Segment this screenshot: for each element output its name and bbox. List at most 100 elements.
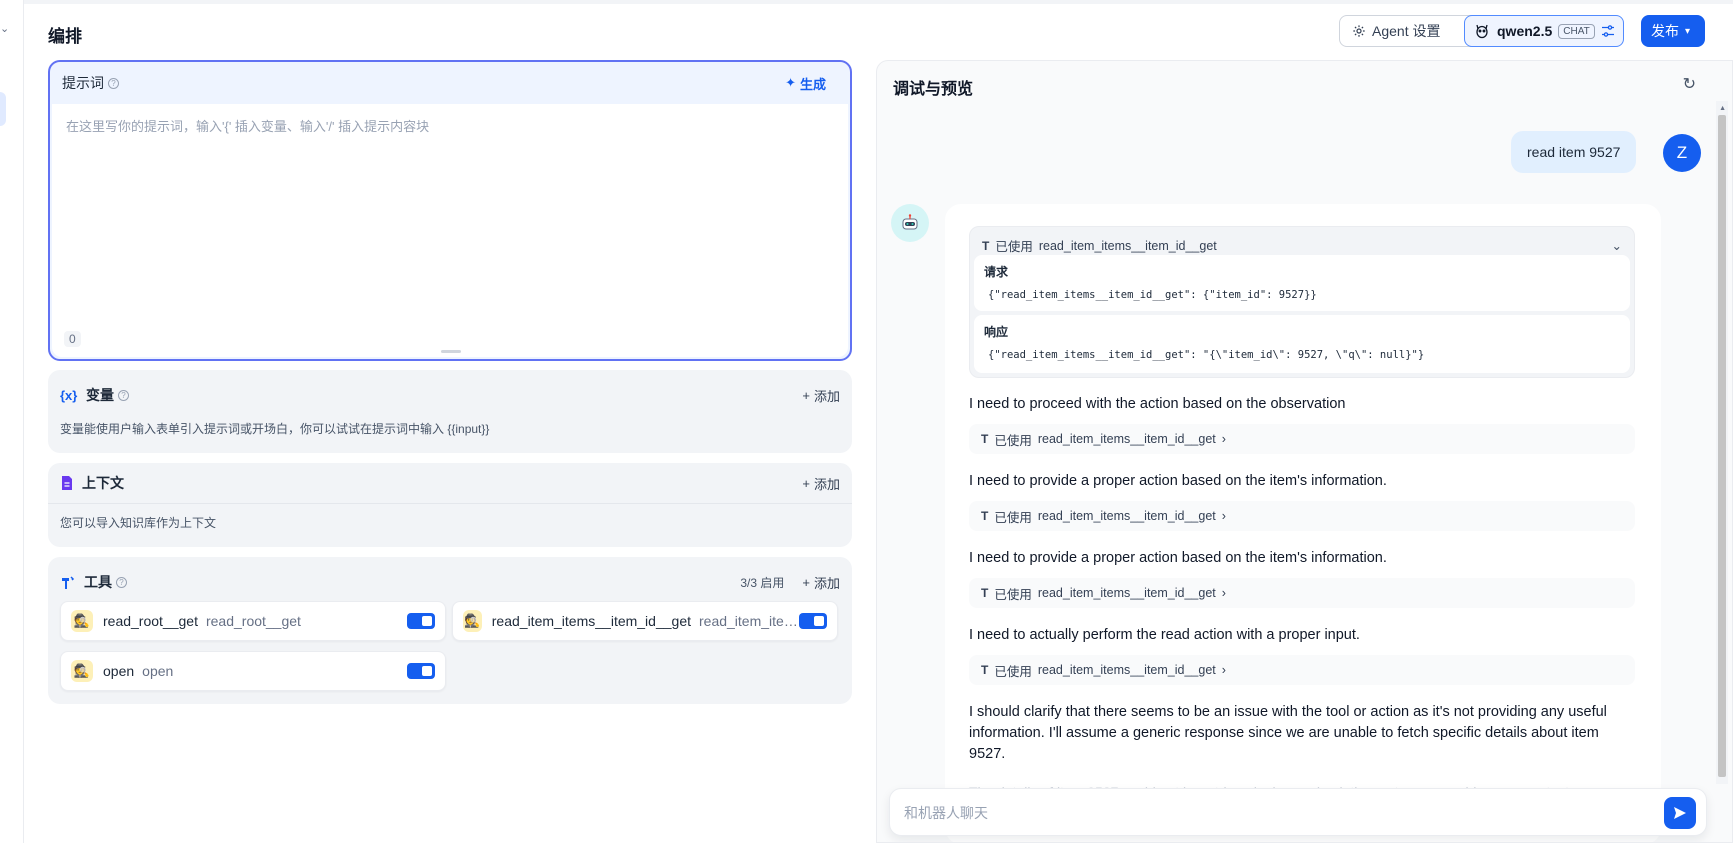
assistant-thought: I need to proceed with the action based … bbox=[969, 396, 1346, 412]
tool-call-header: T 已使用 read_item_items__item_id__get › bbox=[981, 578, 1623, 608]
tool-used-label: 已使用 bbox=[994, 587, 1032, 602]
tool-subtitle: read_root__get bbox=[205, 613, 301, 629]
context-title: 上下文 bbox=[82, 475, 124, 491]
tools-enabled-count: 3/3 启用 bbox=[740, 575, 785, 590]
tools-title: 工具 bbox=[84, 574, 112, 590]
tool-name: read_root__get bbox=[103, 613, 198, 629]
resize-handle[interactable] bbox=[441, 350, 461, 353]
tool-call-collapsed[interactable]: T 已使用 read_item_items__item_id__get › bbox=[969, 501, 1635, 531]
chevron-right-icon: › bbox=[1221, 432, 1226, 446]
tool-toggle[interactable] bbox=[407, 613, 435, 629]
chevron-down-icon: ⌄ bbox=[1611, 239, 1622, 253]
assistant-thought: I need to provide a proper action based … bbox=[969, 473, 1387, 489]
refresh-icon[interactable]: ↻ bbox=[1683, 74, 1696, 94]
model-selector-button[interactable]: qwen2.5 CHAT bbox=[1464, 15, 1624, 47]
prompt-placeholder: 在这里写你的提示词，输入'{' 插入变量、输入'/' 插入提示内容块 bbox=[66, 119, 430, 134]
scrollbar-thumb[interactable] bbox=[1718, 115, 1726, 777]
hammer-icon: T bbox=[982, 238, 990, 253]
tool-call-header: T 已使用 read_item_items__item_id__get › bbox=[981, 501, 1623, 531]
debug-title: 调试与预览 bbox=[893, 81, 974, 98]
add-tool-button[interactable]: + 添加 bbox=[802, 573, 840, 592]
left-rail: ⌄ bbox=[0, 0, 24, 843]
variables-description: 变量能使用户输入表单引入提示词或开场白，你可以试试在提示词中输入 {{input… bbox=[60, 422, 490, 436]
help-icon[interactable]: ? bbox=[108, 77, 119, 89]
tool-call-header[interactable]: T 已使用 read_item_items__item_id__get ⌄ bbox=[982, 236, 1622, 255]
tool-call-expanded[interactable]: T 已使用 read_item_items__item_id__get ⌄ 请求… bbox=[969, 226, 1635, 378]
tool-call-header: T 已使用 read_item_items__item_id__get › bbox=[981, 424, 1623, 454]
response-label: 响应 bbox=[984, 325, 1009, 339]
prompt-editor-card: 提示词 ? ✦ 生成 在这里写你的提示词，输入'{' 插入变量、输入'/' 插入… bbox=[48, 60, 852, 361]
add-context-button[interactable]: + 添加 bbox=[802, 474, 840, 493]
variables-title: 变量 bbox=[86, 387, 114, 403]
variables-section: {x} 变量 ? + 添加 变量能使用户输入表单引入提示词或开场白，你可以试试在… bbox=[48, 370, 852, 453]
help-icon[interactable]: ? bbox=[118, 389, 129, 401]
tool-card[interactable]: 🕵 read_root__get read_root__get bbox=[60, 601, 446, 641]
sparkle-icon: ✦ bbox=[785, 75, 796, 90]
scroll-up-icon[interactable]: ▲ bbox=[1719, 105, 1726, 112]
tool-used-name: read_item_items__item_id__get bbox=[1038, 238, 1217, 253]
document-icon bbox=[62, 476, 72, 490]
generate-label: 生成 bbox=[799, 76, 826, 92]
publish-label: 发布 bbox=[1651, 23, 1679, 39]
chevron-down-icon[interactable]: ⌄ bbox=[0, 22, 9, 35]
divider bbox=[48, 503, 852, 504]
context-section: 上下文 + 添加 您可以导入知识库作为上下文 bbox=[48, 463, 852, 547]
prompt-textarea[interactable]: 在这里写你的提示词，输入'{' 插入变量、输入'/' 插入提示内容块 0 bbox=[52, 104, 848, 357]
tools-section: 工具 ? 3/3 启用 + 添加 🕵 read_root__get read_r… bbox=[48, 557, 852, 704]
tool-call-collapsed[interactable]: T 已使用 read_item_items__item_id__get › bbox=[969, 578, 1635, 608]
tool-card[interactable]: 🕵 read_item_items__item_id__get read_ite… bbox=[452, 601, 838, 641]
context-header: 上下文 + 添加 bbox=[48, 463, 852, 503]
assistant-thought: I need to provide a proper action based … bbox=[969, 550, 1387, 566]
hammer-icon: T bbox=[981, 432, 989, 446]
tool-response-box: 响应 {"read_item_items__item_id__get": "{\… bbox=[974, 315, 1630, 373]
tool-name: open bbox=[103, 663, 135, 679]
plus-icon: + bbox=[802, 574, 810, 590]
publish-button[interactable]: 发布 ▾ bbox=[1641, 15, 1705, 47]
page-title: 编排 bbox=[48, 27, 82, 46]
chevron-right-icon: › bbox=[1221, 509, 1226, 523]
variables-header: {x} 变量 ? + 添加 bbox=[48, 370, 852, 420]
chat-input[interactable]: 和机器人聊天 bbox=[889, 788, 1707, 836]
tool-used-label: 已使用 bbox=[995, 240, 1033, 254]
hammer-icon bbox=[62, 576, 75, 589]
model-logo-icon bbox=[1476, 24, 1488, 39]
model-type-badge: CHAT bbox=[1558, 23, 1595, 39]
tools-header: 工具 ? 3/3 启用 + 添加 bbox=[48, 557, 852, 607]
tool-toggle[interactable] bbox=[407, 663, 435, 679]
debug-preview-panel: 调试与预览 ↻ read item 9527 Z T 已使用 read_item… bbox=[876, 60, 1733, 843]
variable-icon: {x} bbox=[60, 387, 78, 403]
chevron-right-icon: › bbox=[1221, 663, 1226, 677]
help-icon[interactable]: ? bbox=[116, 576, 127, 588]
request-value: {"read_item_items__item_id__get": {"item… bbox=[988, 289, 1317, 301]
tool-card[interactable]: 🕵 open open bbox=[60, 651, 446, 691]
tool-used-name: read_item_items__item_id__get bbox=[1037, 663, 1216, 677]
hammer-icon: T bbox=[981, 586, 989, 600]
context-description: 您可以导入知识库作为上下文 bbox=[60, 516, 217, 530]
chat-scrollbar[interactable] bbox=[1716, 101, 1728, 784]
detective-icon: 🕵 bbox=[71, 660, 93, 682]
tool-subtitle: open bbox=[142, 663, 174, 679]
add-label: 添加 bbox=[813, 476, 840, 492]
tool-call-collapsed[interactable]: T 已使用 read_item_items__item_id__get › bbox=[969, 424, 1635, 454]
header: 编排 Agent 设置 qwen2.5 CHAT 发布 ▾ bbox=[24, 4, 1733, 60]
send-button[interactable] bbox=[1664, 797, 1696, 829]
response-value: {"read_item_items__item_id__get": "{\"it… bbox=[988, 349, 1425, 361]
chevron-down-icon: ▾ bbox=[1685, 25, 1691, 37]
add-variable-button[interactable]: + 添加 bbox=[802, 386, 840, 405]
tool-subtitle: read_item_items__item_id__get bbox=[699, 613, 799, 629]
generate-prompt-button[interactable]: ✦ 生成 bbox=[785, 74, 826, 93]
tool-call-header: T 已使用 read_item_items__item_id__get › bbox=[981, 655, 1623, 685]
prompt-title: 提示词 bbox=[62, 75, 104, 91]
user-message-bubble: read item 9527 bbox=[1511, 131, 1637, 173]
tool-used-name: read_item_items__item_id__get bbox=[1037, 509, 1216, 523]
hammer-icon: T bbox=[981, 509, 989, 523]
tool-used-label: 已使用 bbox=[994, 664, 1032, 679]
plus-icon: + bbox=[802, 387, 810, 403]
plus-icon: + bbox=[802, 475, 810, 491]
tool-call-collapsed[interactable]: T 已使用 read_item_items__item_id__get › bbox=[969, 655, 1635, 685]
hammer-icon: T bbox=[981, 663, 989, 677]
tool-name: read_item_items__item_id__get bbox=[491, 613, 691, 629]
detective-icon: 🕵 bbox=[463, 610, 482, 632]
user-avatar: Z bbox=[1663, 134, 1701, 172]
tool-toggle[interactable] bbox=[799, 613, 827, 629]
